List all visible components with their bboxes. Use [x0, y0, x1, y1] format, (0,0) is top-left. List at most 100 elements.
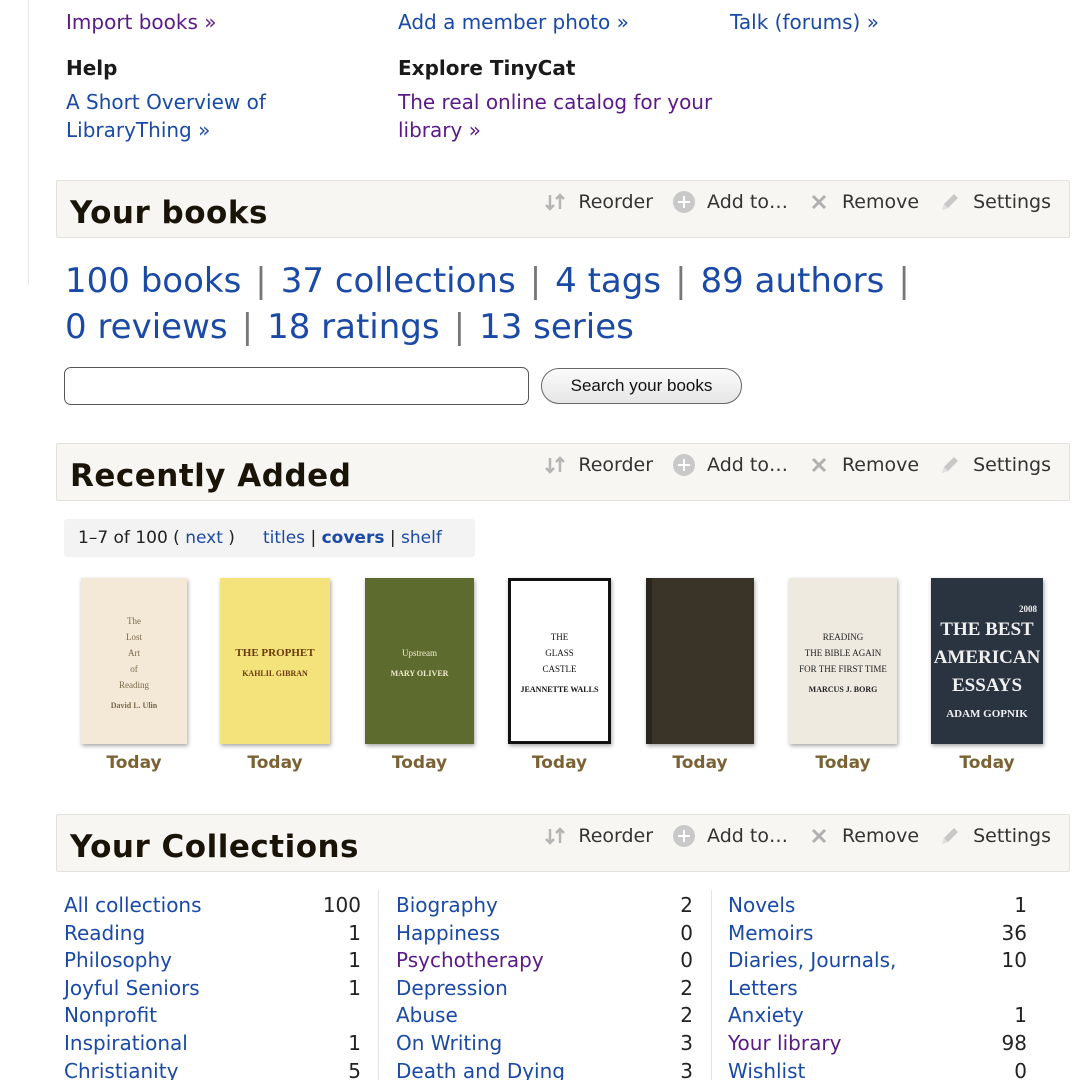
stat-ratings-link[interactable]: 18 ratings — [267, 307, 440, 347]
collection-link[interactable]: Psychotherapy — [396, 947, 544, 975]
collection-count: 1 — [1014, 1003, 1027, 1028]
collection-link[interactable]: Joyful Seniors — [64, 975, 200, 1003]
collection-count: 0 — [1014, 1058, 1027, 1080]
cover-title-text: The — [127, 615, 141, 626]
collection-count: 36 — [1001, 920, 1027, 945]
collection-row: Wishlist 0 — [728, 1058, 1027, 1080]
column-divider — [378, 890, 379, 1080]
collection-count: 2 — [680, 1003, 693, 1028]
your-books-header: Your books Reorder Add to… Remove Settin… — [56, 180, 1070, 238]
help-heading: Help — [66, 56, 118, 80]
stat-reviews-link[interactable]: 0 reviews — [65, 307, 228, 347]
talk-forums-link[interactable]: Talk (forums) » — [730, 10, 879, 34]
collection-row: Abuse 2 — [396, 1002, 693, 1030]
collection-link[interactable]: Christianity — [64, 1058, 178, 1080]
reorder-button[interactable]: Reorder — [544, 191, 653, 213]
collection-link[interactable]: Your library — [728, 1030, 841, 1058]
search-books-input[interactable] — [64, 367, 529, 405]
book-cover[interactable]: READING THE BIBLE AGAIN FOR THE FIRST TIME… — [789, 578, 897, 744]
collection-link[interactable]: Inspirational — [64, 1030, 188, 1058]
tinycat-link[interactable]: The real online catalog for your library… — [398, 88, 728, 144]
collection-row: Reading 1 — [64, 920, 361, 948]
cover-date-label: Today — [531, 753, 588, 773]
collection-link[interactable]: Diaries, Journals, — [728, 947, 896, 975]
settings-button[interactable]: Settings — [939, 825, 1051, 847]
search-books-button[interactable]: Search your books — [541, 368, 742, 404]
collection-link[interactable]: Philosophy — [64, 947, 172, 975]
close-icon — [808, 191, 830, 213]
book-cover[interactable]: 2008 THE BEST AMERICAN ESSAYS ADAM GOPNIK — [931, 578, 1043, 744]
collection-row: Nonprofit — [64, 1002, 361, 1030]
add-member-photo-link[interactable]: Add a member photo » — [398, 10, 629, 34]
collection-row: Christianity 5 — [64, 1058, 361, 1080]
cover-title-text: THE — [550, 631, 569, 642]
collections-column-3: Novels 1 Memoirs 36 Diaries, Journals, 1 0 Lett… — [728, 892, 1027, 1080]
settings-button[interactable]: Settings — [939, 454, 1051, 476]
close-icon — [808, 454, 830, 476]
collection-link[interactable]: Biography — [396, 892, 498, 920]
cover-author-text: MARY OLIVER — [390, 668, 449, 678]
collection-link[interactable]: All collections — [64, 892, 202, 920]
collection-link[interactable]: Happiness — [396, 920, 500, 948]
add-to-label: Add to… — [707, 825, 788, 847]
stat-collections-link[interactable]: 37 collections — [281, 261, 516, 301]
book-cover[interactable]: THE PROPHET KAHLIL GIBRAN — [220, 578, 330, 744]
collection-link[interactable]: Depression — [396, 975, 508, 1003]
your-books-title: Your books — [70, 195, 268, 231]
recently-added-header: Recently Added Reorder Add to… Remove Se… — [56, 443, 1070, 501]
view-titles-link[interactable]: titles — [263, 528, 305, 548]
plus-circle-icon — [673, 191, 696, 213]
cover-author-text: KAHLIL GIBRAN — [242, 668, 308, 678]
view-covers-link[interactable]: covers — [322, 528, 385, 548]
remove-button[interactable]: Remove — [808, 825, 919, 847]
reorder-button[interactable]: Reorder — [544, 825, 653, 847]
cover-author-text: MARCUS J. BORG — [808, 684, 878, 694]
view-shelf-link[interactable]: shelf — [401, 528, 442, 548]
next-link[interactable]: next — [185, 528, 223, 548]
cover-title-text: THE BEST — [940, 619, 1034, 640]
remove-button[interactable]: Remove — [808, 191, 919, 213]
collection-link[interactable]: Anxiety — [728, 1002, 804, 1030]
collection-link[interactable]: Novels — [728, 892, 795, 920]
recently-added-tools: Reorder Add to… Remove Settings — [524, 454, 1051, 476]
collection-count: 1 — [348, 948, 361, 973]
collection-link[interactable]: Memoirs — [728, 920, 813, 948]
collection-link[interactable]: Abuse — [396, 1002, 458, 1030]
collection-link[interactable]: Nonprofit — [64, 1002, 157, 1030]
import-books-link[interactable]: Import books » — [66, 10, 217, 34]
book-cover[interactable]: The Lost Art of Reading David L. Ulin — [81, 578, 187, 744]
collection-count: 100 — [322, 893, 361, 917]
collection-count: 3 — [680, 1058, 693, 1080]
collection-link[interactable]: Reading — [64, 920, 145, 948]
collections-column-1: All collections 100 Reading 1 Philosophy 1 Joy… — [64, 892, 361, 1080]
collection-link[interactable]: Letters — [728, 975, 798, 1003]
add-to-button[interactable]: Add to… — [673, 191, 788, 213]
book-cover[interactable] — [646, 578, 754, 744]
collection-row: Biography 2 — [396, 892, 693, 920]
settings-button[interactable]: Settings — [939, 191, 1051, 213]
collection-row: Novels 1 — [728, 892, 1027, 920]
book-cover[interactable]: Upstream MARY OLIVER — [365, 578, 474, 744]
collection-row: Joyful Seniors 1 — [64, 975, 361, 1003]
add-to-label: Add to… — [707, 454, 788, 476]
stat-authors-link[interactable]: 89 authors — [701, 261, 885, 301]
close-icon — [808, 825, 830, 847]
collection-link[interactable]: Wishlist — [728, 1058, 805, 1080]
add-to-button[interactable]: Add to… — [673, 825, 788, 847]
settings-label: Settings — [973, 825, 1051, 847]
reorder-icon — [544, 454, 566, 476]
collection-link[interactable]: On Writing — [396, 1030, 502, 1058]
stat-series-link[interactable]: 13 series — [479, 307, 634, 347]
stat-books-link[interactable]: 100 books — [65, 261, 241, 301]
pencil-icon — [939, 454, 961, 476]
recently-added-pager: 1–7 of 100 ( next ) titles | covers | sh… — [64, 519, 475, 557]
short-overview-link[interactable]: A Short Overview of LibraryThing » — [66, 88, 306, 144]
remove-button[interactable]: Remove — [808, 454, 919, 476]
cover-date-label: Today — [672, 753, 728, 773]
stat-tags-link[interactable]: 4 tags — [555, 261, 661, 301]
collection-row: Psychotherapy 0 — [396, 947, 693, 975]
book-cover[interactable]: THE GLASS CASTLE JEANNETTE WALLS — [508, 578, 611, 744]
reorder-button[interactable]: Reorder — [544, 454, 653, 476]
add-to-button[interactable]: Add to… — [673, 454, 788, 476]
collection-link[interactable]: Death and Dying — [396, 1058, 565, 1080]
